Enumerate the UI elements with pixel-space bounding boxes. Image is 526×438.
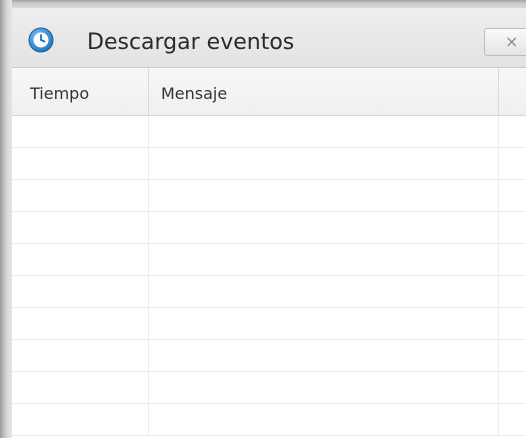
extra-cell (499, 340, 526, 371)
clock-icon (28, 27, 54, 53)
events-table-header: Tiempo Mensaje (12, 68, 526, 116)
dialog-titlebar[interactable]: Descargar eventos × (12, 8, 526, 68)
table-row[interactable] (12, 372, 526, 404)
table-row[interactable] (12, 404, 526, 436)
table-row[interactable] (12, 308, 526, 340)
table-row[interactable] (12, 244, 526, 276)
table-row[interactable] (12, 180, 526, 212)
dialog-title: Descargar eventos (87, 30, 295, 55)
time-cell (12, 148, 149, 179)
extra-cell (499, 308, 526, 339)
close-icon: × (505, 32, 519, 51)
message-cell (149, 148, 499, 179)
message-cell (149, 116, 499, 147)
extra-cell (499, 276, 526, 307)
extra-cell (499, 116, 526, 147)
message-cell (149, 212, 499, 243)
dialog-window: Descargar eventos × Tiempo Mensaje (0, 0, 526, 438)
extra-cell (499, 244, 526, 275)
table-row[interactable] (12, 212, 526, 244)
time-cell (12, 340, 149, 371)
message-cell (149, 244, 499, 275)
table-row[interactable] (12, 340, 526, 372)
extra-cell (499, 404, 526, 435)
time-cell (12, 116, 149, 147)
message-cell (149, 308, 499, 339)
column-header-message[interactable]: Mensaje (149, 68, 499, 115)
message-cell (149, 180, 499, 211)
time-cell (12, 244, 149, 275)
close-button[interactable]: × (484, 28, 526, 56)
table-row[interactable] (12, 148, 526, 180)
extra-cell (499, 372, 526, 403)
events-table-body (12, 116, 526, 438)
table-row[interactable] (12, 276, 526, 308)
message-cell (149, 404, 499, 435)
column-header-time[interactable]: Tiempo (12, 68, 149, 115)
window-top-border (0, 0, 526, 8)
extra-cell (499, 212, 526, 243)
extra-cell (499, 148, 526, 179)
column-header-message-label: Mensaje (161, 84, 228, 103)
time-cell (12, 180, 149, 211)
message-cell (149, 372, 499, 403)
time-cell (12, 276, 149, 307)
extra-cell (499, 180, 526, 211)
window-left-border (0, 0, 12, 438)
message-cell (149, 340, 499, 371)
message-cell (149, 276, 499, 307)
time-cell (12, 404, 149, 435)
time-cell (12, 308, 149, 339)
column-header-extra[interactable] (499, 68, 526, 115)
table-row[interactable] (12, 116, 526, 148)
time-cell (12, 372, 149, 403)
column-header-time-label: Tiempo (30, 84, 90, 103)
time-cell (12, 212, 149, 243)
